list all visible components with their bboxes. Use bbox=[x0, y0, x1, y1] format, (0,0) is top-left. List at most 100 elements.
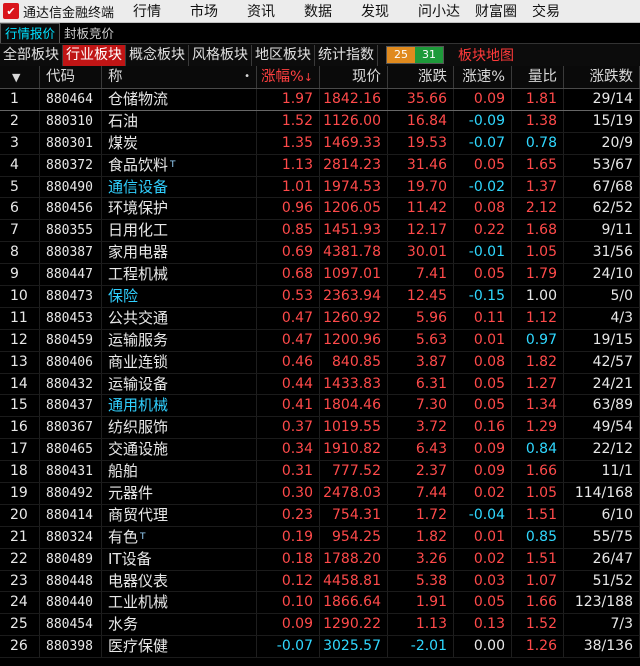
row-name-cell[interactable]: 日用化工 bbox=[102, 220, 257, 242]
row-rise-pct: 0.96 bbox=[257, 198, 320, 220]
row-name-cell[interactable]: 环境保护 bbox=[102, 198, 257, 220]
table-row[interactable]: 21 880324 有色 T 0.19 954.25 1.82 0.01 0.85 55/75 bbox=[0, 526, 640, 549]
table-row[interactable]: 3 880301 煤炭 1.35 1469.33 19.53 -0.07 0.78 20/9 bbox=[0, 132, 640, 155]
menu-item-3[interactable]: 数据 bbox=[304, 1, 361, 21]
table-row[interactable]: 2 880310 石油 1.52 1126.00 16.84 -0.09 1.38 15/19 bbox=[0, 110, 640, 133]
header-name-label: 称 bbox=[108, 69, 123, 85]
row-volume-ratio: 1.27 bbox=[512, 373, 564, 395]
subtab-1[interactable]: 封板竞价 bbox=[60, 24, 118, 43]
table-row[interactable]: 26 880398 医疗保健 -0.07 3025.57 -2.01 0.00 1.26 38/… bbox=[0, 636, 640, 659]
row-price: 2363.94 bbox=[320, 285, 388, 307]
row-name-cell[interactable]: 运输设备 bbox=[102, 373, 257, 395]
table-row[interactable]: 19 880492 元器件 0.30 2478.03 7.44 0.02 1.05 114/16… bbox=[0, 482, 640, 505]
menu-item-2[interactable]: 资讯 bbox=[247, 1, 304, 21]
table-row[interactable]: 1 880464 仓储物流 1.97 1842.16 35.66 0.09 1.81 29/14 bbox=[0, 88, 640, 111]
row-name-cell[interactable]: 船舶 bbox=[102, 461, 257, 483]
menu-item-6[interactable]: 财富圈 bbox=[475, 1, 532, 21]
row-name-cell[interactable]: 医疗保健 bbox=[102, 636, 257, 658]
table-row[interactable]: 22 880489 IT设备 0.18 1788.20 3.26 0.02 1.51 26/47 bbox=[0, 548, 640, 571]
table-row[interactable]: 11 880453 公共交通 0.47 1260.92 5.96 0.11 1.12 4/3 bbox=[0, 307, 640, 330]
table-row[interactable]: 9 880447 工程机械 0.68 1097.01 7.41 0.05 1.79 24/10 bbox=[0, 264, 640, 287]
row-name-cell[interactable]: 通信设备 bbox=[102, 176, 257, 198]
table-row[interactable]: 5 880490 通信设备 1.01 1974.53 19.70 -0.02 1.37 67/6… bbox=[0, 176, 640, 199]
row-name-cell[interactable]: 商贸代理 bbox=[102, 504, 257, 526]
table-row[interactable]: 4 880372 食品饮料 T 1.13 2814.23 31.46 0.05 1.65 53/6… bbox=[0, 154, 640, 177]
header-price[interactable]: 现价 bbox=[320, 66, 388, 88]
header-change[interactable]: 涨跌 bbox=[388, 66, 454, 88]
header-sort-toggle[interactable]: ▼ bbox=[0, 66, 40, 88]
header-code[interactable]: 代码 bbox=[40, 66, 102, 88]
table-row[interactable]: 25 880454 水务 0.09 1290.22 1.13 0.13 1.52 7/3 bbox=[0, 614, 640, 637]
header-up-down-count[interactable]: 涨跌数 bbox=[564, 66, 640, 88]
row-rise-pct: 0.37 bbox=[257, 417, 320, 439]
table-row[interactable]: 7 880355 日用化工 0.85 1451.93 12.17 0.22 1.68 9/11 bbox=[0, 220, 640, 243]
row-name-cell[interactable]: 纺织服饰 bbox=[102, 417, 257, 439]
table-row[interactable]: 17 880465 交通设施 0.34 1910.82 6.43 0.09 0.84 22/12 bbox=[0, 439, 640, 462]
board-map-link[interactable]: 板块地图 bbox=[458, 45, 514, 65]
table-row[interactable]: 13 880406 商业连锁 0.46 840.85 3.87 0.08 1.82 42/57 bbox=[0, 351, 640, 374]
row-change: 16.84 bbox=[388, 110, 454, 132]
row-price: 1910.82 bbox=[320, 439, 388, 461]
row-volume-ratio: 1.51 bbox=[512, 504, 564, 526]
menu-item-0[interactable]: 行情 bbox=[133, 1, 190, 21]
subtab-0[interactable]: 行情报价 bbox=[0, 23, 61, 43]
menu-item-4[interactable]: 发现 bbox=[361, 1, 418, 21]
header-name[interactable]: 称 • bbox=[102, 66, 257, 88]
row-up-down-count: 29/14 bbox=[564, 88, 640, 110]
row-name-cell[interactable]: 食品饮料 T bbox=[102, 154, 257, 176]
row-up-down-count: 20/9 bbox=[564, 132, 640, 154]
board-tab-1[interactable]: 行业板块 bbox=[63, 44, 126, 66]
row-name-cell[interactable]: 仓储物流 bbox=[102, 88, 257, 110]
menu-item-5[interactable]: 问小达 bbox=[418, 1, 475, 21]
table-row[interactable]: 6 880456 环境保护 0.96 1206.05 11.42 0.08 2.12 62/52 bbox=[0, 198, 640, 221]
board-tab-5[interactable]: 统计指数 bbox=[315, 44, 378, 66]
row-name-cell[interactable]: 公共交通 bbox=[102, 307, 257, 329]
row-name-cell[interactable]: 石油 bbox=[102, 110, 257, 132]
row-price: 1469.33 bbox=[320, 132, 388, 154]
row-name-cell[interactable]: 家用电器 bbox=[102, 242, 257, 264]
row-name-cell[interactable]: 通用机械 bbox=[102, 395, 257, 417]
row-name-cell[interactable]: 工程机械 bbox=[102, 264, 257, 286]
row-name-cell[interactable]: 保险 bbox=[102, 285, 257, 307]
table-row[interactable]: 12 880459 运输服务 0.47 1200.96 5.63 0.01 0.97 19/15 bbox=[0, 329, 640, 352]
table-row[interactable]: 20 880414 商贸代理 0.23 754.31 1.72 -0.04 1.51 6/10 bbox=[0, 504, 640, 527]
menu-item-7[interactable]: 交易 bbox=[532, 1, 589, 21]
row-name: 工业机械 bbox=[108, 593, 169, 612]
row-price: 1788.20 bbox=[320, 548, 388, 570]
table-row[interactable]: 23 880448 电器仪表 0.12 4458.81 5.38 0.03 1.07 51/52 bbox=[0, 570, 640, 593]
row-rise-pct: 0.30 bbox=[257, 482, 320, 504]
row-name-cell[interactable]: 交通设施 bbox=[102, 439, 257, 461]
table-row[interactable]: 10 880473 保险 0.53 2363.94 12.45 -0.15 1.00 5/0 bbox=[0, 285, 640, 308]
row-name-cell[interactable]: 商业连锁 bbox=[102, 351, 257, 373]
table-row[interactable]: 18 880431 船舶 0.31 777.52 2.37 0.09 1.66 11/1 bbox=[0, 461, 640, 484]
row-name: 保险 bbox=[108, 286, 139, 305]
header-speed[interactable]: 涨速% bbox=[454, 66, 512, 88]
row-code: 880459 bbox=[40, 329, 102, 351]
row-speed: 0.01 bbox=[454, 526, 512, 548]
table-row[interactable]: 8 880387 家用电器 0.69 4381.78 30.01 -0.01 1.05 31/5… bbox=[0, 242, 640, 265]
header-volume-ratio[interactable]: 量比 bbox=[512, 66, 564, 88]
board-tab-2[interactable]: 概念板块 bbox=[126, 44, 189, 66]
board-tab-0[interactable]: 全部板块 bbox=[0, 44, 63, 66]
row-code: 880440 bbox=[40, 592, 102, 614]
board-tab-3[interactable]: 风格板块 bbox=[189, 44, 252, 66]
menu-item-1[interactable]: 市场 bbox=[190, 1, 247, 21]
row-index: 5 bbox=[0, 176, 40, 198]
row-speed: 0.09 bbox=[454, 88, 512, 110]
row-name-cell[interactable]: 煤炭 bbox=[102, 132, 257, 154]
row-name-cell[interactable]: IT设备 bbox=[102, 548, 257, 570]
table-row[interactable]: 24 880440 工业机械 0.10 1866.64 1.91 0.05 1.66 123/1… bbox=[0, 592, 640, 615]
row-name-cell[interactable]: 元器件 bbox=[102, 482, 257, 504]
row-name-cell[interactable]: 水务 bbox=[102, 614, 257, 636]
row-name: 环境保护 bbox=[108, 199, 169, 218]
board-tab-4[interactable]: 地区板块 bbox=[252, 44, 315, 66]
table-row[interactable]: 14 880432 运输设备 0.44 1433.83 6.31 0.05 1.27 24/21 bbox=[0, 373, 640, 396]
row-index: 14 bbox=[0, 373, 40, 395]
row-name-cell[interactable]: 有色 T bbox=[102, 526, 257, 548]
row-name-cell[interactable]: 工业机械 bbox=[102, 592, 257, 614]
table-row[interactable]: 15 880437 通用机械 0.41 1804.46 7.30 0.05 1.34 63/89 bbox=[0, 395, 640, 418]
row-name-cell[interactable]: 运输服务 bbox=[102, 329, 257, 351]
table-row[interactable]: 16 880367 纺织服饰 0.37 1019.55 3.72 0.16 1.29 49/54 bbox=[0, 417, 640, 440]
row-name-cell[interactable]: 电器仪表 bbox=[102, 570, 257, 592]
header-rise-pct[interactable]: 涨幅%↓ bbox=[257, 66, 320, 88]
